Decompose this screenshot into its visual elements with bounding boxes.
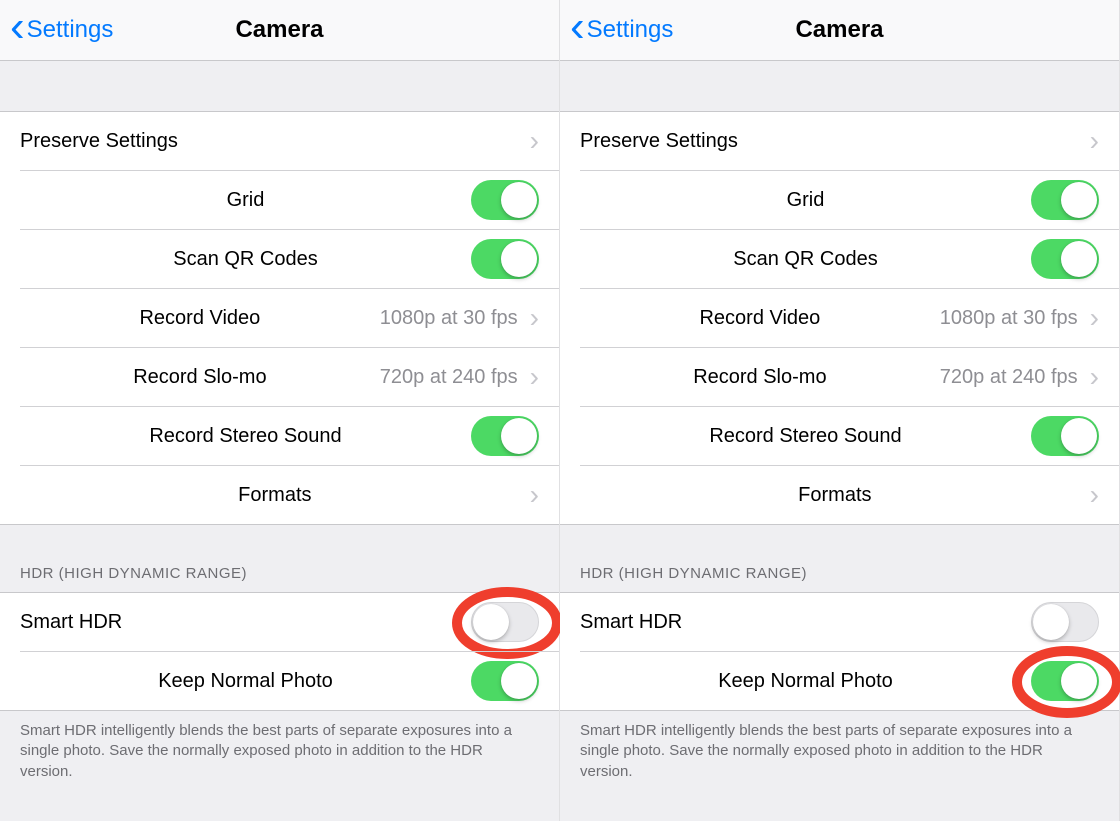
toggle-smart-hdr[interactable] bbox=[1031, 602, 1099, 642]
toggle-keep-normal-photo[interactable] bbox=[1031, 661, 1099, 701]
row-label: Formats bbox=[238, 484, 311, 507]
row-label: Grid bbox=[227, 189, 265, 212]
back-label: Settings bbox=[27, 16, 114, 44]
chevron-right-icon: › bbox=[1090, 481, 1099, 509]
row-preserve-settings[interactable]: Preserve Settings › bbox=[560, 112, 1119, 170]
side-by-side-screens: ‹ Settings Camera Preserve Settings › Gr… bbox=[0, 0, 1120, 821]
row-label: Scan QR Codes bbox=[733, 248, 878, 271]
row-label: Record Stereo Sound bbox=[709, 425, 901, 448]
row-label: Record Stereo Sound bbox=[149, 425, 341, 448]
row-label: Record Slo-mo bbox=[693, 366, 826, 389]
row-scan-qr: Scan QR Codes bbox=[20, 229, 559, 288]
row-label: Smart HDR bbox=[20, 611, 122, 634]
row-record-video[interactable]: Record Video 1080p at 30 fps › bbox=[580, 288, 1119, 347]
row-label: Formats bbox=[798, 484, 871, 507]
row-label: Scan QR Codes bbox=[173, 248, 318, 271]
screen-right: ‹ Settings Camera Preserve Settings › Gr… bbox=[560, 0, 1120, 821]
row-record-slomo[interactable]: Record Slo-mo 720p at 240 fps › bbox=[20, 347, 559, 406]
settings-group-hdr: Smart HDR Keep Normal Photo bbox=[560, 592, 1119, 711]
row-preserve-settings[interactable]: Preserve Settings › bbox=[0, 112, 559, 170]
row-value: 720p at 240 fps bbox=[940, 366, 1078, 389]
toggle-stereo-sound[interactable] bbox=[471, 416, 539, 456]
spacer bbox=[0, 61, 559, 111]
section-footer-hdr: Smart HDR intelligently blends the best … bbox=[560, 711, 1119, 792]
chevron-right-icon: › bbox=[1090, 363, 1099, 391]
row-formats[interactable]: Formats › bbox=[20, 465, 559, 524]
section-footer-hdr: Smart HDR intelligently blends the best … bbox=[0, 711, 559, 792]
chevron-left-icon: ‹ bbox=[10, 0, 25, 57]
navbar: ‹ Settings Camera bbox=[560, 0, 1119, 61]
row-keep-normal-photo: Keep Normal Photo bbox=[580, 651, 1119, 710]
spacer bbox=[560, 61, 1119, 111]
toggle-smart-hdr[interactable] bbox=[471, 602, 539, 642]
back-label: Settings bbox=[587, 16, 674, 44]
row-label: Preserve Settings bbox=[580, 130, 738, 153]
navbar: ‹ Settings Camera bbox=[0, 0, 559, 61]
page-title: Camera bbox=[795, 16, 883, 44]
settings-group-1: Preserve Settings › Grid Scan QR Codes R… bbox=[560, 111, 1119, 525]
chevron-right-icon: › bbox=[530, 127, 539, 155]
chevron-right-icon: › bbox=[1090, 304, 1099, 332]
chevron-left-icon: ‹ bbox=[570, 0, 585, 57]
row-smart-hdr: Smart HDR bbox=[0, 593, 559, 651]
toggle-stereo-sound[interactable] bbox=[1031, 416, 1099, 456]
row-value: 1080p at 30 fps bbox=[940, 307, 1078, 330]
chevron-right-icon: › bbox=[530, 363, 539, 391]
toggle-scan-qr[interactable] bbox=[1031, 239, 1099, 279]
row-label: Record Video bbox=[139, 307, 260, 330]
row-grid: Grid bbox=[580, 170, 1119, 229]
row-record-slomo[interactable]: Record Slo-mo 720p at 240 fps › bbox=[580, 347, 1119, 406]
chevron-right-icon: › bbox=[530, 481, 539, 509]
settings-group-hdr: Smart HDR Keep Normal Photo bbox=[0, 592, 559, 711]
row-stereo-sound: Record Stereo Sound bbox=[20, 406, 559, 465]
row-grid: Grid bbox=[20, 170, 559, 229]
row-label: Grid bbox=[787, 189, 825, 212]
row-label: Record Slo-mo bbox=[133, 366, 266, 389]
back-button[interactable]: ‹ Settings bbox=[10, 0, 113, 60]
settings-group-1: Preserve Settings › Grid Scan QR Codes R… bbox=[0, 111, 559, 525]
screen-left: ‹ Settings Camera Preserve Settings › Gr… bbox=[0, 0, 560, 821]
row-record-video[interactable]: Record Video 1080p at 30 fps › bbox=[20, 288, 559, 347]
row-formats[interactable]: Formats › bbox=[580, 465, 1119, 524]
page-title: Camera bbox=[235, 16, 323, 44]
toggle-scan-qr[interactable] bbox=[471, 239, 539, 279]
row-value: 1080p at 30 fps bbox=[380, 307, 518, 330]
row-stereo-sound: Record Stereo Sound bbox=[580, 406, 1119, 465]
section-header-hdr: HDR (HIGH DYNAMIC RANGE) bbox=[560, 525, 1119, 592]
row-label: Record Video bbox=[699, 307, 820, 330]
row-scan-qr: Scan QR Codes bbox=[580, 229, 1119, 288]
row-value: 720p at 240 fps bbox=[380, 366, 518, 389]
toggle-grid[interactable] bbox=[1031, 180, 1099, 220]
row-label: Keep Normal Photo bbox=[158, 670, 333, 693]
row-label: Smart HDR bbox=[580, 611, 682, 634]
section-header-hdr: HDR (HIGH DYNAMIC RANGE) bbox=[0, 525, 559, 592]
toggle-grid[interactable] bbox=[471, 180, 539, 220]
chevron-right-icon: › bbox=[530, 304, 539, 332]
back-button[interactable]: ‹ Settings bbox=[570, 0, 673, 60]
toggle-keep-normal-photo[interactable] bbox=[471, 661, 539, 701]
row-label: Keep Normal Photo bbox=[718, 670, 893, 693]
row-keep-normal-photo: Keep Normal Photo bbox=[20, 651, 559, 710]
chevron-right-icon: › bbox=[1090, 127, 1099, 155]
row-label: Preserve Settings bbox=[20, 130, 178, 153]
row-smart-hdr: Smart HDR bbox=[560, 593, 1119, 651]
